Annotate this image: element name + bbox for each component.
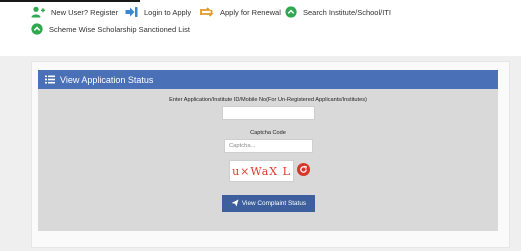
captcha-input[interactable]: Captcha... — [224, 139, 313, 153]
id-field-label: Enter Application/Institute ID/Mobile No… — [169, 97, 367, 103]
chevron-up-circle-icon — [31, 23, 43, 35]
login-icon — [125, 6, 138, 18]
panel-header: View Application Status — [38, 70, 498, 89]
menu-item-label: New User? Register — [51, 7, 119, 17]
refresh-icon — [299, 161, 308, 179]
menu-item-register[interactable]: New User? Register — [31, 6, 118, 18]
menu-item-label: Search Institute/School/ITI — [303, 7, 391, 17]
top-menu: New User? Register Login to Apply Apply … — [0, 0, 521, 56]
captcha-label: Captcha Code — [250, 130, 286, 136]
application-id-input[interactable] — [222, 106, 315, 120]
top-accent-line — [0, 0, 140, 2]
view-complaint-status-button[interactable]: View Complaint Status — [222, 195, 315, 212]
menu-item-label: Apply for Renewal — [220, 7, 281, 17]
menu-item-login[interactable]: Login to Apply — [125, 6, 191, 18]
renewal-icon — [199, 6, 214, 18]
list-icon — [45, 75, 55, 84]
send-icon — [231, 199, 239, 209]
chevron-up-circle-icon — [285, 6, 297, 18]
menu-item-label: Login to Apply — [144, 7, 192, 17]
captcha-image: u×WaX L — [229, 160, 294, 182]
menu-item-sanctioned-list[interactable]: Scheme Wise Scholarship Sanctioned List — [31, 23, 190, 35]
add-user-icon — [31, 6, 45, 18]
menu-item-renewal[interactable]: Apply for Renewal — [199, 6, 281, 18]
refresh-captcha-button[interactable] — [297, 163, 310, 176]
menu-item-label: Scheme Wise Scholarship Sanctioned List — [49, 24, 190, 34]
menu-item-search-institute[interactable]: Search Institute/School/ITI — [285, 6, 391, 18]
submit-label: View Complaint Status — [241, 200, 307, 207]
panel-title: View Application Status — [60, 74, 154, 85]
captcha-text: u×WaX L — [232, 164, 291, 178]
